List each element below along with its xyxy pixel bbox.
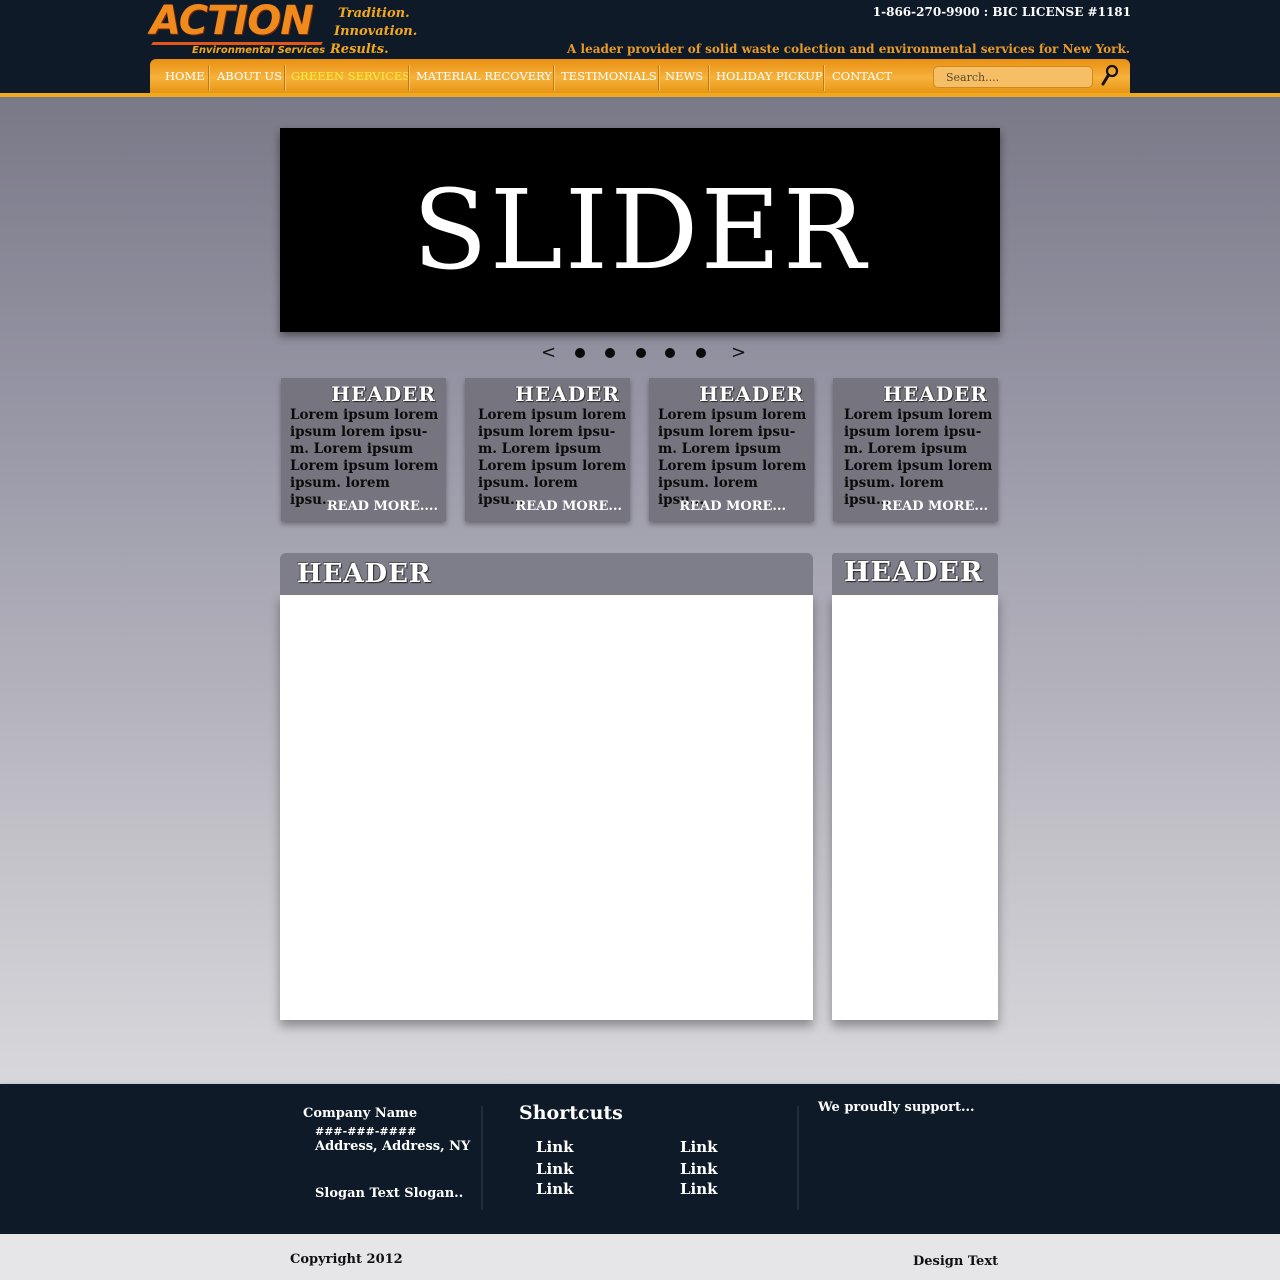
logo-wordmark: ACTION <box>150 0 314 44</box>
tagline-tradition: Tradition. <box>338 6 410 21</box>
main-panel-body <box>280 594 813 1020</box>
slider-dot-2[interactable] <box>605 348 615 358</box>
nav-separator <box>708 65 709 91</box>
feature-card: HEADER Lorem ipsum lorem ipsum lorem ips… <box>465 378 630 521</box>
footer-link[interactable]: Link <box>536 1180 574 1198</box>
footer-slogan: Slogan Text Slogan.. <box>315 1186 464 1201</box>
read-more-link[interactable]: READ MORE... <box>679 499 786 514</box>
card-header: HEADER <box>883 382 988 406</box>
search-button[interactable] <box>1101 63 1121 87</box>
footer-phone: ###-###-#### <box>315 1125 417 1138</box>
side-panel-title: HEADER <box>844 557 984 588</box>
support-heading: We proudly support... <box>818 1100 975 1115</box>
image-slider[interactable]: SLIDER <box>280 128 1000 332</box>
footer-link[interactable]: Link <box>680 1160 718 1178</box>
card-header: HEADER <box>515 382 620 406</box>
nav-news[interactable]: NEWS <box>665 59 703 93</box>
read-more-link[interactable]: READ MORE.... <box>327 499 438 514</box>
shortcuts-title: Shortcuts <box>519 1102 623 1124</box>
copyright-text: Copyright 2012 <box>290 1252 403 1267</box>
side-panel-body <box>832 594 998 1020</box>
logo-subtitle: Environmental Services <box>192 45 326 56</box>
main-panel-header: HEADER <box>280 553 813 595</box>
nav-separator <box>658 65 659 91</box>
card-body: Lorem ipsum lorem ipsum lorem ipsu- m. L… <box>658 407 807 508</box>
card-body: Lorem ipsum lorem ipsum lorem ipsu- m. L… <box>290 407 439 508</box>
slider-title: SLIDER <box>412 166 868 294</box>
nav-separator <box>208 65 209 91</box>
read-more-link[interactable]: READ MORE... <box>881 499 988 514</box>
magnifier-icon <box>1101 64 1119 86</box>
slider-dot-5[interactable] <box>696 348 706 358</box>
card-header: HEADER <box>331 382 436 406</box>
main-panel-title: HEADER <box>297 559 432 589</box>
card-body: Lorem ipsum lorem ipsum lorem ipsu- m. L… <box>844 407 993 508</box>
leader-statement: A leader provider of solid waste colecti… <box>567 42 1130 56</box>
footer-divider <box>797 1106 799 1210</box>
card-header: HEADER <box>699 382 804 406</box>
footer-link[interactable]: Link <box>536 1138 574 1156</box>
nav-separator <box>823 65 824 91</box>
search-input[interactable] <box>933 66 1093 88</box>
footer-address: Address, Address, NY <box>315 1139 471 1154</box>
footer-company-name: Company Name <box>303 1106 418 1121</box>
slider-dot-1[interactable] <box>575 348 585 358</box>
footer-link[interactable]: Link <box>680 1138 718 1156</box>
design-credit: Design Text <box>913 1254 999 1269</box>
card-body: Lorem ipsum lorem ipsum lorem ipsu- m. L… <box>478 407 627 508</box>
read-more-link[interactable]: READ MORE... <box>515 499 622 514</box>
nav-about-us[interactable]: ABOUT US <box>217 59 282 93</box>
nav-testimonials[interactable]: TESTIMONIALS <box>561 59 657 93</box>
footer-link[interactable]: Link <box>680 1180 718 1198</box>
site-footer <box>0 1084 1280 1234</box>
nav-separator <box>553 65 554 91</box>
tagline-results: Results. <box>330 42 389 57</box>
nav-green-services[interactable]: GREEEN SERVICES <box>291 59 410 93</box>
tagline-innovation: Innovation. <box>334 24 418 39</box>
nav-separator <box>284 65 285 91</box>
footer-link[interactable]: Link <box>536 1160 574 1178</box>
nav-holiday-pickup[interactable]: HOLIDAY PICKUP <box>716 59 823 93</box>
action-logo[interactable]: ACTION Environmental Services <box>150 0 326 60</box>
slider-prev-button[interactable]: < <box>541 342 556 363</box>
slider-dot-3[interactable] <box>636 348 646 358</box>
footer-divider <box>481 1106 483 1210</box>
phone-license: 1-866-270-9900 : BIC LICENSE #1181 <box>872 5 1131 19</box>
slider-next-button[interactable]: > <box>731 342 746 363</box>
nav-material-recovery[interactable]: MATERIAL RECOVERY <box>416 59 552 93</box>
copyright-bar <box>0 1234 1280 1280</box>
feature-card: HEADER Lorem ipsum lorem ipsum lorem ips… <box>281 378 446 521</box>
feature-card: HEADER Lorem ipsum lorem ipsum lorem ips… <box>649 378 814 521</box>
slider-dot-4[interactable] <box>665 348 675 358</box>
nav-contact[interactable]: CONTACT <box>832 59 892 93</box>
feature-card: HEADER Lorem ipsum lorem ipsum lorem ips… <box>833 378 998 521</box>
nav-home[interactable]: HOME <box>165 59 205 93</box>
nav-separator <box>408 65 409 91</box>
side-panel-header: HEADER <box>832 553 998 595</box>
